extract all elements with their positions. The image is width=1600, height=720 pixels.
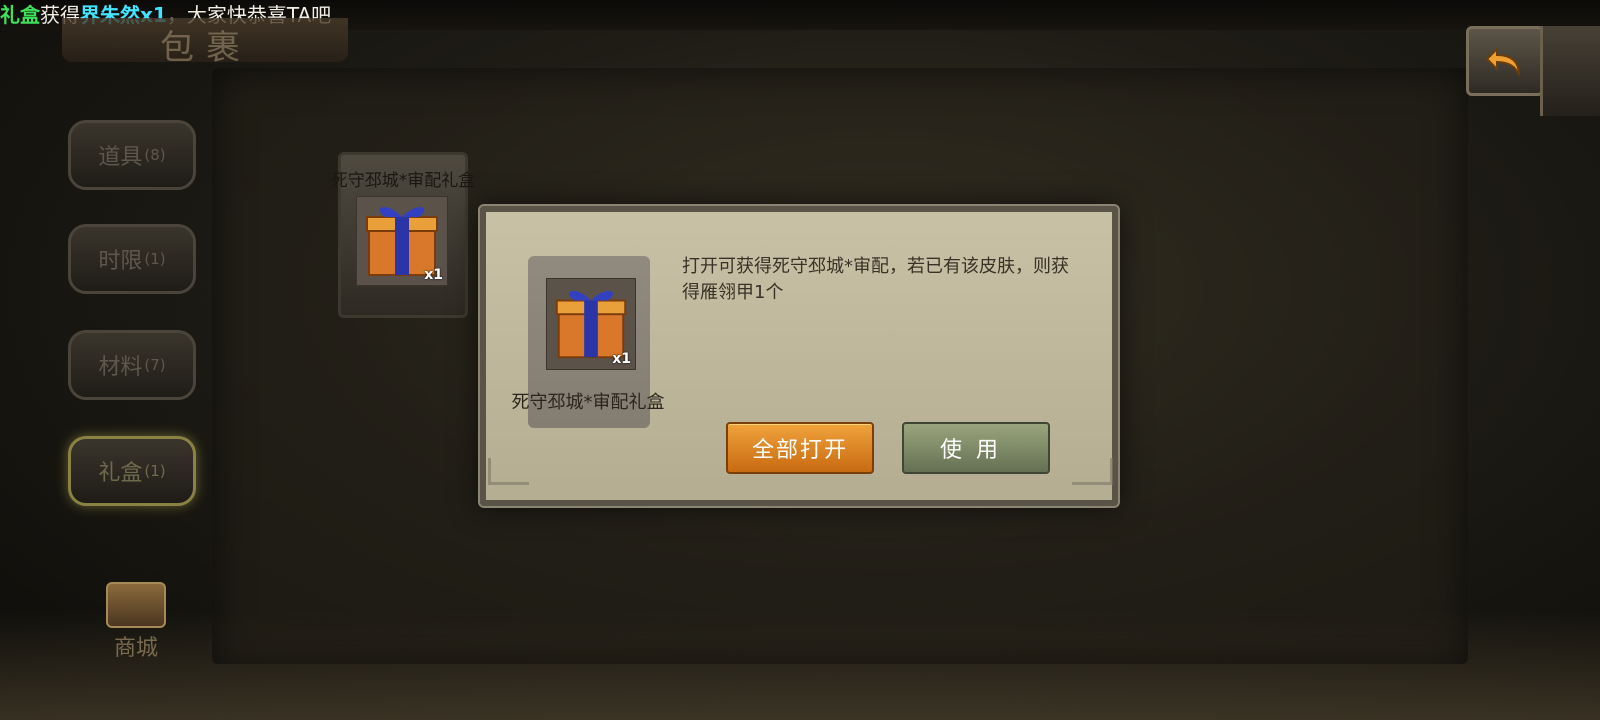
tab-materials-label: 材料 (98, 355, 143, 380)
shop-label: 商城 (113, 636, 158, 661)
treasure-chest-icon (106, 582, 166, 628)
item-description: 打开可获得死守邳城*审配，若已有该皮肤，则获得雁翎甲1个 (682, 256, 1069, 303)
open-all-button[interactable]: 全部打开 (726, 422, 874, 474)
inventory-item-name: 死守邳城*审配礼盒 (330, 171, 476, 191)
tab-items-count: (8) (144, 146, 166, 164)
tab-limited-count: (1) (144, 250, 166, 268)
tab-gift-boxes[interactable]: 礼盒 (1) (68, 436, 196, 506)
dialog-item-qty: x1 (612, 351, 631, 367)
tab-gift-boxes-label: 礼盒 (98, 461, 143, 486)
dialog-item-slot: x1 (546, 278, 636, 370)
back-arrow-icon (1485, 46, 1520, 76)
dialog-corner-ornament (488, 458, 529, 485)
dialog-item-name: 死守邳城*审配礼盒 (511, 392, 665, 413)
tab-materials[interactable]: 材料 (7) (68, 330, 196, 400)
dialog-corner-ornament (1072, 458, 1113, 485)
broadcast-item-type: 礼盒 (0, 3, 40, 27)
tab-gift-boxes-count: (1) (144, 462, 166, 480)
tab-limited[interactable]: 时限 (1) (68, 224, 196, 294)
shop-button[interactable]: 商城 (96, 582, 176, 662)
page-title: 包裹 (160, 28, 252, 68)
inventory-item-qty: x1 (424, 267, 443, 283)
use-button[interactable]: 使用 (902, 422, 1050, 474)
tab-items[interactable]: 道具 (8) (68, 120, 196, 190)
tab-materials-count: (7) (144, 356, 166, 374)
back-button[interactable] (1466, 26, 1544, 96)
tab-items-label: 道具 (98, 145, 143, 170)
inventory-item-slot: x1 (356, 196, 448, 286)
tab-limited-label: 时限 (98, 249, 143, 274)
corner-ornament (1540, 26, 1600, 116)
